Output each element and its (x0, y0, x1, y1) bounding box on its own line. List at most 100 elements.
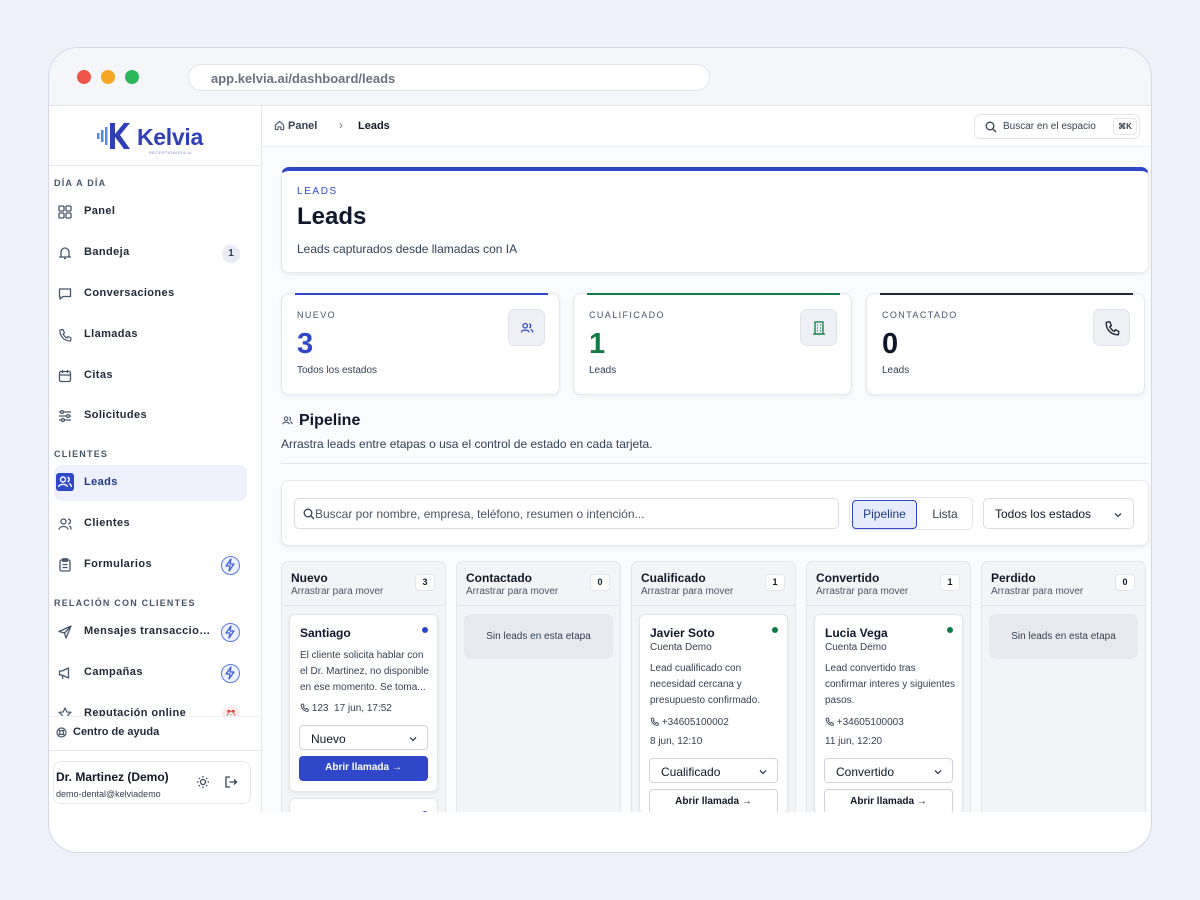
user-icon (58, 518, 72, 530)
sidebar-item-label: Conversaciones (84, 287, 175, 299)
lead-card-santiago[interactable]: Santiago El cliente solicita hablar con … (289, 614, 438, 792)
stat-accent-line (880, 293, 1133, 295)
sidebar-item-llamadas[interactable]: Llamadas (54, 317, 247, 353)
logo[interactable]: Kelvia RECEPTIONISTA IA (49, 106, 261, 166)
lead-phone-row: +34605100002 (650, 717, 729, 728)
open-call-button[interactable]: Abrir llamada → (299, 756, 428, 781)
column-nuevo: Nuevo Arrastrar para mover 3 Santiago El… (281, 561, 446, 812)
help-center-link[interactable]: Centro de ayuda (73, 726, 159, 738)
status-dot (422, 627, 428, 633)
search-placeholder: Buscar por nombre, empresa, teléfono, re… (315, 507, 645, 521)
lead-card-lucia[interactable]: Lucia Vega Cuenta Demo Lead convertido t… (814, 614, 963, 812)
phone-icon (825, 717, 834, 726)
status-dot (422, 811, 428, 812)
drag-hint: Arrastrar para mover (816, 586, 909, 597)
lead-card-next[interactable] (289, 798, 438, 812)
column-count: 3 (415, 574, 435, 591)
sidebar-item-mensajes[interactable]: Mensajes transaccionales (54, 614, 247, 650)
open-call-button[interactable]: Abrir llamada → (824, 789, 953, 812)
minimize-window-button[interactable] (101, 70, 115, 84)
column-title: Contactado (466, 571, 532, 585)
page-header-card: LEADS Leads Leads capturados desde llama… (281, 167, 1149, 273)
empty-stage: Sin leads en esta etapa (464, 614, 613, 659)
sidebar-item-conversaciones[interactable]: Conversaciones (54, 276, 247, 312)
view-pipeline-button[interactable]: Pipeline (852, 500, 917, 529)
lead-summary: Lead cualificado con necesidad cercana y… (650, 663, 761, 706)
users-icon (56, 473, 74, 491)
close-window-button[interactable] (77, 70, 91, 84)
sidebar-item-bandeja[interactable]: Bandeja 1 (54, 235, 247, 271)
bolt-badge-icon (221, 623, 240, 642)
user-name: Dr. Martinez (Demo) (56, 770, 169, 784)
sidebar-item-campanas[interactable]: Campañas (54, 655, 247, 691)
lead-search-input[interactable]: Buscar por nombre, empresa, teléfono, re… (294, 498, 839, 529)
arrow-right-icon: → (916, 796, 927, 807)
building-icon (800, 309, 837, 346)
workspace-search-label: Buscar en el espacio (1003, 121, 1096, 132)
open-call-label: Abrir llamada (850, 796, 915, 807)
user-card[interactable]: Dr. Martinez (Demo) demo-dental@kelviade… (53, 761, 251, 804)
sidebar-item-formularios[interactable]: Formularios (54, 547, 247, 583)
grid-icon (58, 205, 72, 219)
address-bar[interactable]: app.kelvia.ai/dashboard/leads (188, 64, 710, 91)
pipeline-description: Arrastra leads entre etapas o usa el con… (281, 437, 653, 451)
sidebar-item-clientes[interactable]: Clientes (54, 506, 247, 542)
status-filter-select[interactable]: Todos los estados (983, 498, 1134, 529)
logout-icon[interactable] (224, 775, 238, 789)
app-screen: Kelvia RECEPTIONISTA IA DÍA A DÍA Panel … (49, 106, 1151, 812)
user-email: demo-dental@kelviademo (56, 789, 161, 799)
chat-icon (58, 288, 72, 300)
lead-status-select[interactable]: Nuevo (299, 725, 428, 750)
brand-tagline: RECEPTIONISTA IA (149, 150, 192, 155)
stat-value: 3 (297, 328, 314, 360)
browser-window: app.kelvia.ai/dashboard/leads Kelvia REC… (48, 47, 1152, 853)
sidebar-item-leads[interactable]: Leads (54, 465, 247, 501)
lead-phone-row: +34605100003 (825, 717, 904, 728)
stat-card-nuevo: NUEVO 3 Todos los estados (281, 293, 560, 395)
keyboard-shortcut: ⌘K (1113, 118, 1137, 135)
stat-label: NUEVO (297, 310, 337, 320)
section-title-relacion: RELACIÓN CON CLIENTES (54, 598, 196, 608)
lead-card-javier[interactable]: Javier Soto Cuenta Demo Lead cualificado… (639, 614, 788, 812)
phone-icon (59, 328, 72, 342)
sidebar-item-label: Llamadas (84, 328, 138, 340)
stat-card-cualificado: CUALIFICADO 1 Leads (573, 293, 852, 395)
lead-status-select[interactable]: Cualificado (649, 758, 778, 783)
chevron-down-icon (409, 737, 417, 742)
lead-status-value: Nuevo (311, 732, 346, 746)
column-cualificado: Cualificado Arrastrar para mover 1 Javie… (631, 561, 796, 812)
column-title: Convertido (816, 571, 880, 585)
stat-sub: Leads (589, 365, 617, 376)
theme-sun-icon[interactable] (196, 775, 210, 789)
column-contactado: Contactado Arrastrar para mover 0 Sin le… (456, 561, 621, 812)
column-title: Nuevo (291, 571, 328, 585)
unread-count-badge: 1 (222, 245, 240, 263)
breadcrumb-panel[interactable]: Panel (288, 120, 317, 132)
drag-hint: Arrastrar para mover (991, 586, 1084, 597)
status-dot (947, 627, 953, 633)
section-divider (281, 463, 1149, 464)
empty-stage: Sin leads en esta etapa (989, 614, 1138, 659)
chevron-down-icon (934, 770, 942, 775)
section-title-dia-a-dia: DÍA A DÍA (54, 178, 107, 188)
phone-icon (650, 717, 659, 726)
sidebar-item-solicitudes[interactable]: Solicitudes (54, 398, 247, 434)
sidebar-item-citas[interactable]: Citas (54, 358, 247, 394)
lead-summary: Lead convertido tras confirmar interes y… (825, 663, 956, 706)
sidebar-item-reputacion[interactable]: Reputación online ⏰ (54, 696, 247, 718)
lead-status-value: Convertido (836, 765, 895, 779)
maximize-window-button[interactable] (125, 70, 139, 84)
open-call-button[interactable]: Abrir llamada → (649, 789, 778, 812)
top-bar: Panel › Leads Buscar en el espacio ⌘K (262, 106, 1151, 147)
sidebar-item-panel[interactable]: Panel (54, 194, 247, 230)
filter-icon (59, 409, 71, 423)
stat-accent-line (295, 293, 548, 295)
workspace-search[interactable]: Buscar en el espacio ⌘K (974, 114, 1140, 139)
column-header-divider (282, 605, 445, 606)
view-list-button[interactable]: Lista (920, 500, 970, 529)
sidebar: Kelvia RECEPTIONISTA IA DÍA A DÍA Panel … (49, 106, 262, 812)
sidebar-item-label: Formularios (84, 558, 152, 570)
lead-company: Cuenta Demo (650, 642, 712, 653)
lead-status-select[interactable]: Convertido (824, 758, 953, 783)
arrow-right-icon: → (391, 762, 402, 773)
